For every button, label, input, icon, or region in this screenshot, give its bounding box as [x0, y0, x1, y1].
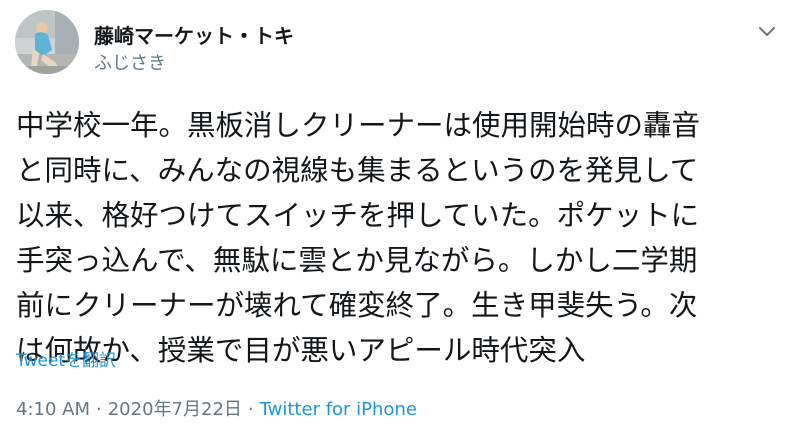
meta-separator: ·	[96, 399, 102, 420]
tweet-text-line: 以来、格好つけてスイッチを押していた。ポケットに	[16, 199, 700, 232]
tweet-card: 藤崎マーケット・トキ ふじさき 中学校一年。黒板消しクリーナーは使用開始時の轟音…	[0, 0, 790, 438]
tweet-text-line: 前にクリーナーが壊れて確変終了。生き甲斐失う。次	[16, 289, 698, 322]
author-handle[interactable]: ふじさき	[94, 49, 166, 75]
tweet-text-line: は何故か、授業で目が悪いアピール時代突入	[16, 334, 586, 367]
tweet-source-link[interactable]: Twitter for iPhone	[260, 399, 417, 420]
author-display-name[interactable]: 藤崎マーケット・トキ	[94, 20, 294, 49]
tweet-date[interactable]: 2020年7月22日	[108, 399, 242, 420]
tweet-text-line: 中学校一年。黒板消しクリーナーは使用開始時の轟音	[16, 109, 701, 142]
meta-separator: ·	[247, 399, 254, 420]
avatar[interactable]	[15, 10, 79, 74]
tweet-meta: 4:10 AM · 2020年7月22日 · Twitter for iPhone	[16, 395, 417, 421]
avatar-photo	[15, 10, 79, 74]
tweet-text-line: と同時に、みんなの視線も集まるというのを発見して	[16, 154, 699, 187]
chevron-down-icon[interactable]	[756, 20, 778, 42]
tweet-text: 中学校一年。黒板消しクリーナーは使用開始時の轟音 と同時に、みんなの視線も集まる…	[16, 103, 776, 373]
tweet-text-line: 手突っ込んで、無駄に雲とか見ながら。しかし二学期	[16, 244, 698, 277]
translate-tweet-link[interactable]: Tweetを翻訳	[16, 346, 116, 371]
tweet-time[interactable]: 4:10 AM	[16, 399, 90, 420]
